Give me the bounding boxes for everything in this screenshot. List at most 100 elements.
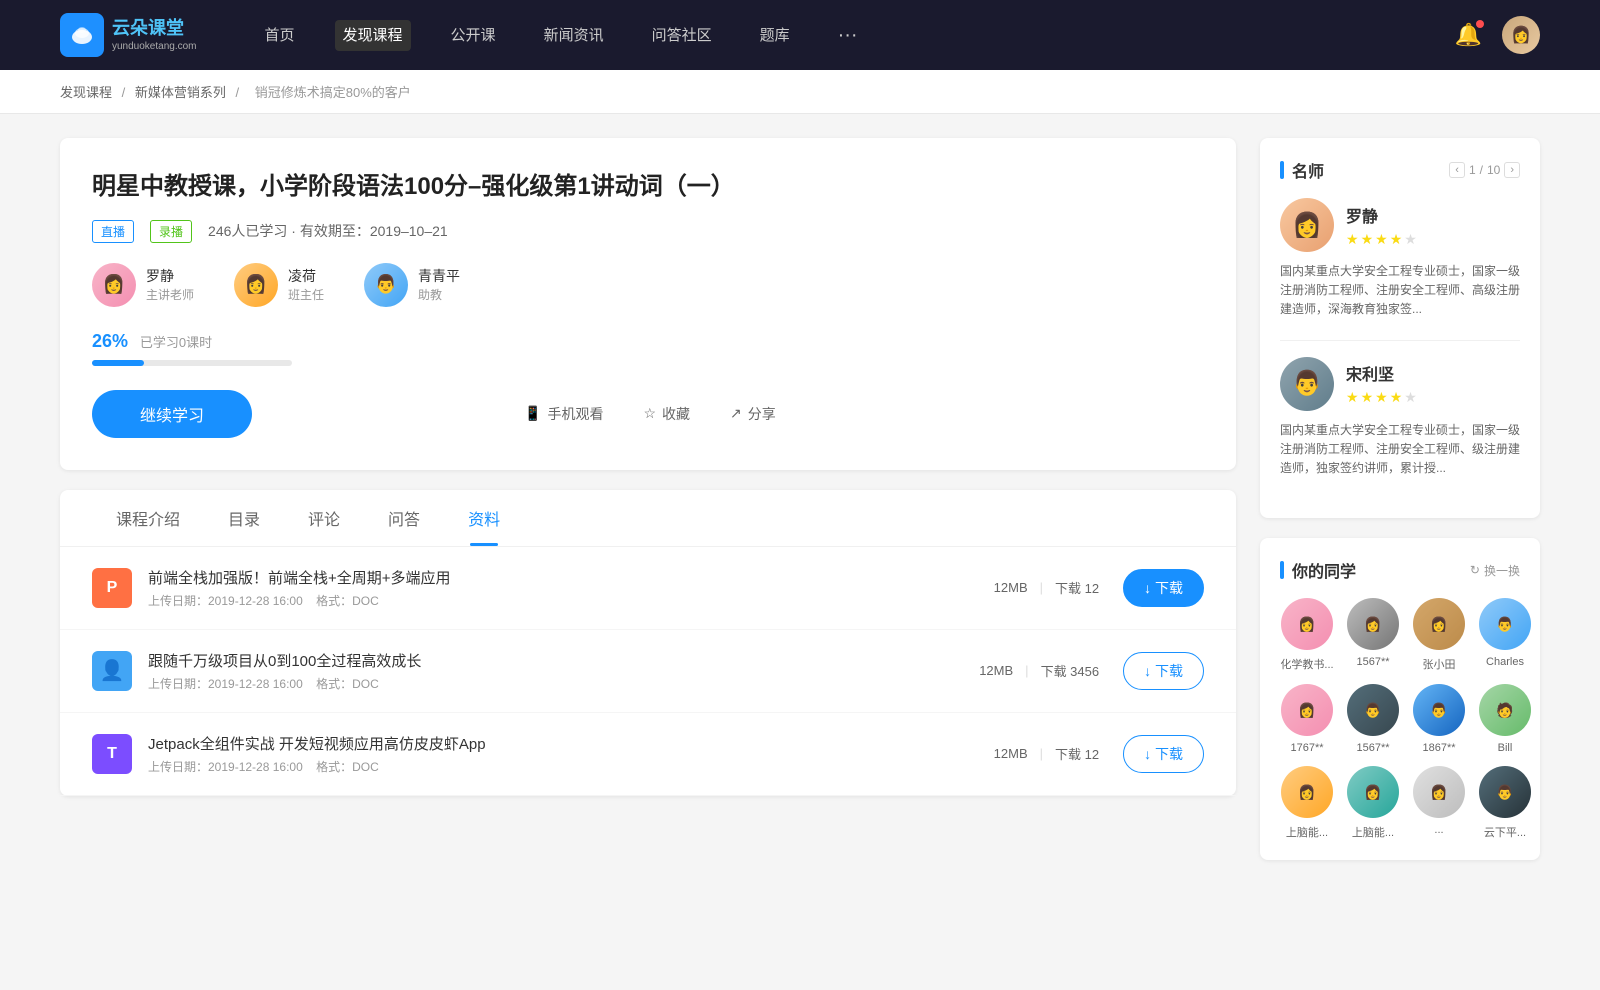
user-avatar[interactable]: 👩 — [1502, 16, 1540, 54]
classmate-5-avatar: 👩 — [1281, 684, 1333, 736]
teacher-page-total: 10 — [1487, 163, 1500, 177]
classmate-8[interactable]: 🧑 Bill — [1478, 684, 1532, 754]
sidebar-teacher-2-name: 宋利坚 — [1346, 361, 1417, 385]
tab-review[interactable]: 评论 — [284, 490, 364, 546]
download-button-2[interactable]: ↓ 下载 — [1123, 652, 1204, 690]
share-button[interactable]: ↗ 分享 — [718, 396, 788, 432]
download-button-3[interactable]: ↓ 下载 — [1123, 735, 1204, 773]
classmate-4-name: Charles — [1478, 656, 1532, 668]
sidebar-right: 名师 ‹ 1 / 10 › 👩 罗静 — [1260, 138, 1540, 880]
teacher-pagination: ‹ 1 / 10 › — [1449, 162, 1520, 178]
resource-stats-3: 12MB | 下载 12 — [994, 744, 1099, 763]
classmate-9-name: 上脑能... — [1280, 824, 1334, 840]
classmate-10-name: 上脑能... — [1346, 824, 1400, 840]
classmate-9[interactable]: 👩 上脑能... — [1280, 766, 1334, 840]
classmate-10[interactable]: 👩 上脑能... — [1346, 766, 1400, 840]
download-button-1[interactable]: ↓ 下载 — [1123, 569, 1204, 607]
tab-intro[interactable]: 课程介绍 — [92, 490, 204, 546]
tab-qa[interactable]: 问答 — [364, 490, 444, 546]
progress-bar-bg — [92, 360, 292, 366]
nav-discover[interactable]: 发现课程 — [335, 20, 411, 51]
classmate-7-avatar: 👨 — [1413, 684, 1465, 736]
mobile-icon: 📱 — [524, 405, 541, 422]
breadcrumb-sep1: / — [122, 85, 129, 100]
classmate-6[interactable]: 👨 1567** — [1346, 684, 1400, 754]
classmate-7[interactable]: 👨 1867** — [1412, 684, 1466, 754]
classmate-4[interactable]: 👨 Charles — [1478, 598, 1532, 672]
tabs-header: 课程介绍 目录 评论 问答 资料 — [60, 490, 1236, 547]
classmate-3[interactable]: 👩 张小田 — [1412, 598, 1466, 672]
teacher-prev-button[interactable]: ‹ — [1449, 162, 1465, 178]
resource-info-2: 跟随千万级项目从0到100全过程高效成长 上传日期：2019-12-28 16:… — [148, 650, 979, 692]
resource-name-3: Jetpack全组件实战 开发短视频应用高仿皮皮虾App — [148, 733, 994, 754]
resource-item-3: T Jetpack全组件实战 开发短视频应用高仿皮皮虾App 上传日期：2019… — [60, 713, 1236, 796]
course-meta-text: 246人已学习 · 有效期至：2019–10–21 — [208, 221, 448, 241]
sidebar-teachers-title: 名师 ‹ 1 / 10 › — [1280, 158, 1520, 182]
teacher-3-role: 助教 — [418, 286, 460, 303]
notification-dot — [1476, 20, 1484, 28]
classmate-4-avatar: 👨 — [1479, 598, 1531, 650]
breadcrumb-discover[interactable]: 发现课程 — [60, 85, 112, 100]
resource-stats-1: 12MB | 下载 12 — [994, 578, 1099, 597]
progress-bar-fill — [92, 360, 144, 366]
breadcrumb-series[interactable]: 新媒体营销系列 — [135, 85, 226, 100]
breadcrumb-current: 销冠修炼术搞定80%的客户 — [255, 85, 411, 100]
teacher-next-button[interactable]: › — [1504, 162, 1520, 178]
classmate-12[interactable]: 👨 云下平... — [1478, 766, 1532, 840]
sidebar-teacher-2-desc: 国内某重点大学安全工程专业硕士，国家一级注册消防工程师、注册安全工程师、级注册建… — [1280, 421, 1520, 479]
tab-toc[interactable]: 目录 — [204, 490, 284, 546]
classmate-10-avatar: 👩 — [1347, 766, 1399, 818]
sidebar-teacher-1-desc: 国内某重点大学安全工程专业硕士，国家一级注册消防工程师、注册安全工程师、高级注册… — [1280, 262, 1520, 320]
nav-qa[interactable]: 问答社区 — [644, 20, 720, 51]
resource-stats-2: 12MB | 下载 3456 — [979, 661, 1099, 680]
continue-button[interactable]: 继续学习 — [92, 390, 252, 438]
classmates-grid: 👩 化学教书... 👩 1567** 👩 张小田 — [1280, 598, 1520, 840]
mobile-watch-button[interactable]: 📱 手机观看 — [512, 396, 615, 432]
refresh-classmates-button[interactable]: ↻ 换一换 — [1470, 562, 1520, 579]
nav-quiz[interactable]: 题库 — [752, 20, 798, 51]
resource-meta-1: 上传日期：2019-12-28 16:00 格式：DOC — [148, 592, 994, 609]
breadcrumb: 发现课程 / 新媒体营销系列 / 销冠修炼术搞定80%的客户 — [0, 70, 1600, 114]
collect-button[interactable]: ☆ 收藏 — [631, 396, 702, 432]
classmate-5[interactable]: 👩 1767** — [1280, 684, 1334, 754]
teacher-1-name: 罗静 — [146, 266, 194, 286]
header: 云朵课堂 yunduoketang.com 首页 发现课程 公开课 新闻资讯 问… — [0, 0, 1600, 70]
resource-icon-3: T — [92, 734, 132, 774]
resource-icon-2: 👤 — [92, 651, 132, 691]
sidebar-teacher-1-name: 罗静 — [1346, 203, 1417, 227]
teachers-card: 名师 ‹ 1 / 10 › 👩 罗静 — [1260, 138, 1540, 518]
bell-icon[interactable]: 🔔 — [1455, 22, 1482, 48]
classmate-1-avatar: 👩 — [1281, 598, 1333, 650]
sidebar-teacher-1-avatar: 👩 — [1280, 198, 1334, 252]
sidebar-teacher-1-stars: ★ ★ ★ ★ ★ — [1346, 231, 1417, 248]
tab-content: P 前端全栈加强版！前端全栈+全周期+多端应用 上传日期：2019-12-28 … — [60, 547, 1236, 796]
classmate-8-name: Bill — [1478, 742, 1532, 754]
teacher-1: 👩 罗静 主讲老师 — [92, 263, 194, 307]
teacher-3: 👨 青青平 助教 — [364, 263, 460, 307]
classmate-9-avatar: 👩 — [1281, 766, 1333, 818]
content-left: 明星中教授课，小学阶段语法100分–强化级第1讲动词（一） 直播 录播 246人… — [60, 138, 1236, 880]
badge-live: 直播 — [92, 220, 134, 243]
teacher-1-role: 主讲老师 — [146, 286, 194, 303]
classmate-7-name: 1867** — [1412, 742, 1466, 754]
nav-home[interactable]: 首页 — [257, 20, 303, 51]
nav-news[interactable]: 新闻资讯 — [536, 20, 612, 51]
resource-meta-2: 上传日期：2019-12-28 16:00 格式：DOC — [148, 675, 979, 692]
classmate-1[interactable]: 👩 化学教书... — [1280, 598, 1334, 672]
teacher-2-name: 凌荷 — [288, 266, 324, 286]
sidebar-teacher-2-stars: ★ ★ ★ ★ ★ — [1346, 389, 1417, 406]
nav-open[interactable]: 公开课 — [443, 20, 504, 51]
classmate-11[interactable]: 👩 ... — [1412, 766, 1466, 840]
refresh-icon: ↻ — [1470, 563, 1480, 577]
tab-resource[interactable]: 资料 — [444, 490, 524, 546]
logo[interactable]: 云朵课堂 yunduoketang.com — [60, 13, 197, 57]
action-buttons: 📱 手机观看 ☆ 收藏 ↗ 分享 — [512, 396, 788, 432]
classmate-12-name: 云下平... — [1478, 824, 1532, 840]
classmate-5-name: 1767** — [1280, 742, 1334, 754]
classmate-8-avatar: 🧑 — [1479, 684, 1531, 736]
classmate-1-name: 化学教书... — [1280, 656, 1334, 672]
nav-more[interactable]: ··· — [830, 20, 866, 51]
classmate-2[interactable]: 👩 1567** — [1346, 598, 1400, 672]
sidebar-classmates-title: 你的同学 ↻ 换一换 — [1280, 558, 1520, 582]
classmate-3-name: 张小田 — [1412, 656, 1466, 672]
